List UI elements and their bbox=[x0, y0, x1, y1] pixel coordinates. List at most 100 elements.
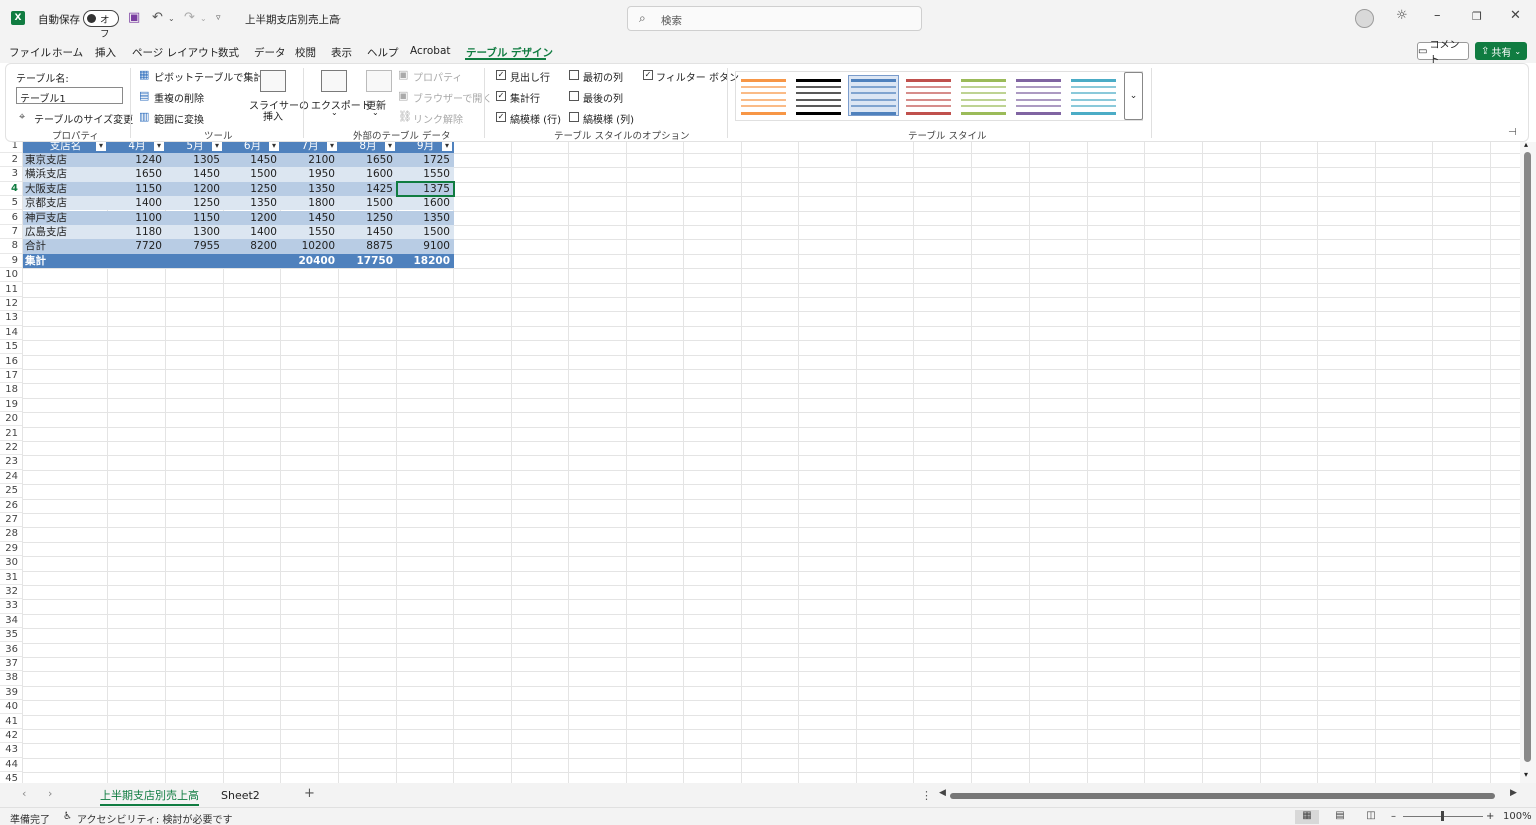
scroll-sheets-right-icon[interactable]: › bbox=[48, 787, 52, 800]
row-header[interactable]: 27 bbox=[0, 512, 22, 528]
table-header-cell[interactable]: 6月 ▾ bbox=[224, 142, 281, 153]
page-layout-view-icon[interactable]: ▤ bbox=[1328, 810, 1352, 824]
row-header[interactable]: 38 bbox=[0, 671, 22, 686]
table-cell[interactable]: 1950 bbox=[281, 167, 339, 182]
row-header[interactable]: 17 bbox=[0, 368, 22, 384]
close-icon[interactable]: ✕ bbox=[1510, 8, 1521, 23]
resize-table-button[interactable]: テーブルのサイズ変更 bbox=[34, 111, 133, 126]
gallery-more-icon[interactable]: ⌄ bbox=[1124, 72, 1143, 120]
normal-view-icon[interactable]: ▦ bbox=[1295, 810, 1319, 824]
table-cell[interactable]: 8875 bbox=[339, 239, 397, 254]
row-header[interactable]: 34 bbox=[0, 613, 22, 629]
table-row-label[interactable]: 広島支店 bbox=[23, 224, 108, 240]
table-row-label[interactable]: 大阪支店 bbox=[23, 181, 108, 197]
row-header[interactable]: 16 bbox=[0, 354, 22, 369]
table-cell[interactable]: 1650 bbox=[108, 167, 166, 182]
row-header[interactable]: 22 bbox=[0, 440, 22, 456]
table-header-cell[interactable]: 5月 ▾ bbox=[166, 142, 224, 153]
table-cell[interactable]: 1305 bbox=[166, 152, 224, 168]
row-header[interactable]: 19 bbox=[0, 397, 22, 413]
table-header-cell[interactable]: 8月 ▾ bbox=[339, 142, 397, 153]
table-header-cell[interactable]: 9月 ▾ bbox=[397, 142, 454, 153]
export-button[interactable]: エクスポート bbox=[311, 97, 371, 112]
remove-duplicates-button[interactable]: 重複の削除 bbox=[154, 90, 204, 105]
undo-icon[interactable]: ↶ bbox=[152, 10, 163, 25]
tab-view[interactable]: 表示 bbox=[331, 45, 352, 60]
filter-dropdown-icon[interactable]: ▾ bbox=[154, 142, 164, 151]
total-cell[interactable] bbox=[108, 253, 166, 269]
tab-page-layout[interactable]: ページ レイアウト bbox=[132, 45, 219, 60]
pin-ribbon-icon[interactable]: ⊣ bbox=[1508, 127, 1517, 138]
filter-dropdown-icon[interactable]: ▾ bbox=[442, 142, 452, 151]
table-style-thumbnail[interactable] bbox=[959, 76, 1008, 115]
row-header[interactable]: 9 bbox=[0, 253, 22, 269]
table-cell[interactable]: 1600 bbox=[397, 196, 454, 211]
scroll-left-icon[interactable]: ◀ bbox=[939, 788, 946, 798]
table-cell[interactable]: 1450 bbox=[281, 210, 339, 225]
row-header[interactable]: 1 bbox=[0, 142, 22, 153]
row-header[interactable]: 26 bbox=[0, 498, 22, 513]
table-cell[interactable]: 1100 bbox=[108, 210, 166, 225]
table-cell[interactable]: 1150 bbox=[108, 181, 166, 197]
table-style-thumbnail[interactable] bbox=[848, 75, 899, 116]
row-header[interactable]: 45 bbox=[0, 772, 22, 783]
row-header[interactable]: 11 bbox=[0, 282, 22, 297]
row-header[interactable]: 35 bbox=[0, 628, 22, 643]
tab-review[interactable]: 校閲 bbox=[295, 45, 316, 60]
row-header[interactable]: 3 bbox=[0, 167, 22, 182]
tab-file[interactable]: ファイル bbox=[9, 45, 51, 60]
scroll-sheets-left-icon[interactable]: ‹ bbox=[22, 787, 26, 800]
total-row-label[interactable]: 集計 bbox=[23, 253, 108, 269]
table-cell[interactable]: 1400 bbox=[224, 224, 281, 240]
tab-help[interactable]: ヘルプ bbox=[367, 45, 399, 60]
row-header[interactable]: 43 bbox=[0, 743, 22, 758]
share-button[interactable]: ⇪ 共有 ⌄ bbox=[1475, 42, 1527, 60]
row-header[interactable]: 18 bbox=[0, 383, 22, 398]
row-header[interactable]: 37 bbox=[0, 656, 22, 672]
chevron-down-icon[interactable]: ⌄ bbox=[335, 13, 343, 23]
filter-dropdown-icon[interactable]: ▾ bbox=[96, 142, 106, 151]
row-header[interactable]: 41 bbox=[0, 714, 22, 729]
table-cell[interactable]: 1800 bbox=[281, 196, 339, 211]
table-cell[interactable]: 1550 bbox=[397, 167, 454, 182]
table-cell[interactable]: 1450 bbox=[166, 167, 224, 182]
table-cell[interactable]: 1250 bbox=[224, 181, 281, 197]
table-row-label[interactable]: 東京支店 bbox=[23, 152, 108, 168]
header-row-checkbox[interactable]: ✓ bbox=[496, 70, 506, 80]
row-header[interactable]: 23 bbox=[0, 455, 22, 470]
save-icon[interactable]: ▣ bbox=[128, 10, 140, 25]
table-cell[interactable]: 1240 bbox=[108, 152, 166, 168]
row-header[interactable]: 8 bbox=[0, 239, 22, 254]
table-name-input[interactable]: テーブル1 bbox=[16, 87, 123, 105]
tab-data[interactable]: データ bbox=[254, 45, 286, 60]
table-cell[interactable]: 1150 bbox=[166, 210, 224, 225]
table-cell[interactable]: 1200 bbox=[224, 210, 281, 225]
banded-columns-checkbox[interactable] bbox=[569, 112, 579, 122]
table-row-label[interactable]: 京都支店 bbox=[23, 196, 108, 211]
table-cell[interactable]: 1250 bbox=[339, 210, 397, 225]
zoom-level[interactable]: 100% bbox=[1503, 811, 1532, 822]
table-cell[interactable]: 1250 bbox=[166, 196, 224, 211]
table-cell[interactable]: 7955 bbox=[166, 239, 224, 254]
table-cell[interactable]: 1180 bbox=[108, 224, 166, 240]
table-cell[interactable]: 1550 bbox=[281, 224, 339, 240]
account-icon[interactable] bbox=[1355, 9, 1374, 28]
table-cell[interactable]: 1200 bbox=[166, 181, 224, 197]
row-header[interactable]: 30 bbox=[0, 556, 22, 571]
filter-dropdown-icon[interactable]: ▾ bbox=[269, 142, 279, 151]
zoom-in-icon[interactable]: + bbox=[1486, 811, 1494, 822]
last-column-checkbox[interactable] bbox=[569, 91, 579, 101]
filter-button-checkbox[interactable]: ✓ bbox=[643, 70, 653, 80]
table-cell[interactable]: 1650 bbox=[339, 152, 397, 168]
row-header[interactable]: 2 bbox=[0, 152, 22, 168]
sheet-tab-sales[interactable]: 上半期支店別売上高 bbox=[100, 787, 199, 806]
table-header-cell[interactable]: 4月 ▾ bbox=[108, 142, 166, 153]
redo-icon[interactable]: ↷ bbox=[184, 10, 195, 25]
row-header[interactable]: 4 bbox=[0, 181, 22, 197]
scroll-right-icon[interactable]: ▶ bbox=[1510, 788, 1517, 798]
open-in-browser-button[interactable]: ブラウザーで開く bbox=[413, 90, 492, 105]
row-header[interactable]: 13 bbox=[0, 311, 22, 326]
customize-icon[interactable]: ▿ bbox=[216, 13, 221, 23]
zoom-out-icon[interactable]: – bbox=[1391, 811, 1396, 822]
minimize-icon[interactable]: – bbox=[1434, 8, 1441, 23]
